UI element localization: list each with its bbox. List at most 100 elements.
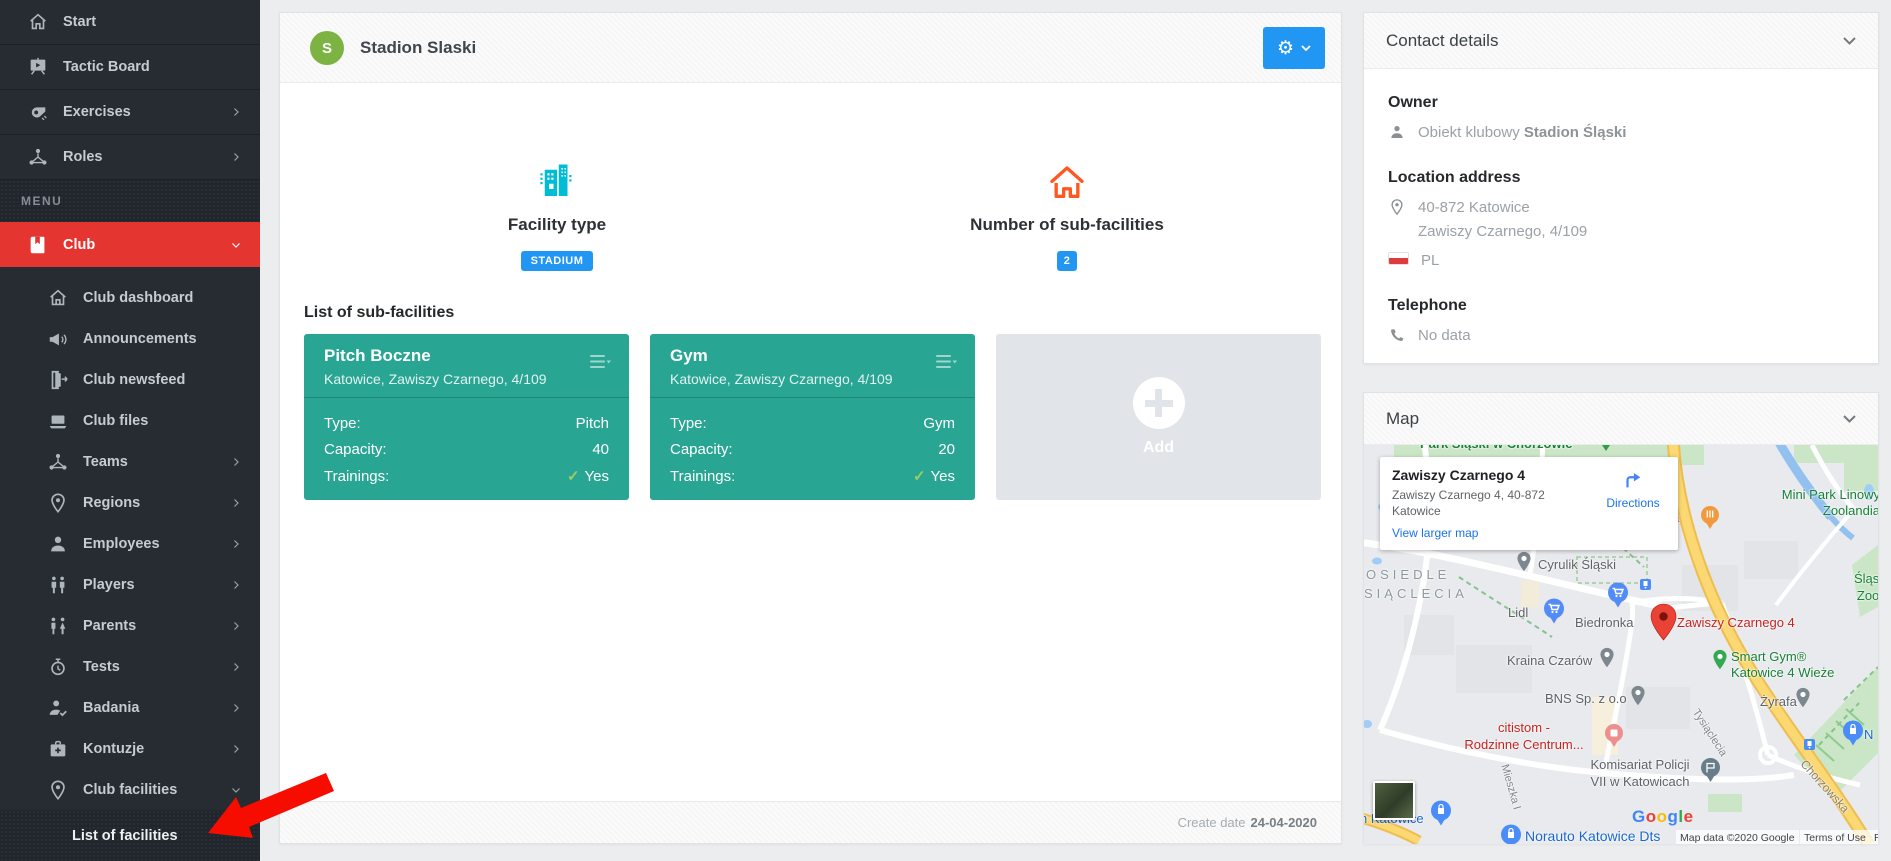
- sidebar-item-label: Tactic Board: [63, 59, 150, 75]
- house-icon: [917, 159, 1217, 203]
- chevron-right-icon: [230, 743, 242, 755]
- telephone-row: No data: [1388, 324, 1854, 347]
- sidebar-item-exercises[interactable]: Exercises: [0, 90, 260, 135]
- map-label-osiedle-1: OSIEDLE: [1366, 567, 1450, 582]
- contact-details-header[interactable]: Contact details: [1364, 13, 1878, 69]
- google-logo: Google: [1632, 807, 1694, 827]
- subfacility-count-badge: 2: [1057, 251, 1078, 271]
- subfacility-card-header: Gym Katowice, Zawiszy Czarnego, 4/109: [650, 334, 975, 398]
- main-location-marker-icon[interactable]: [1650, 603, 1677, 641]
- terms-of-use-link[interactable]: Terms of Use: [1800, 830, 1870, 844]
- sidebar-item-start[interactable]: Start: [0, 0, 260, 45]
- sidebar: Start Tactic Board Exercises Roles MENU …: [0, 0, 260, 861]
- sidebar-item-club-facilities[interactable]: Club facilities: [0, 769, 260, 810]
- megaphone-icon: [47, 328, 69, 350]
- sidebar-item-club-files[interactable]: Club files: [0, 400, 260, 441]
- sidebar-item-employees[interactable]: Employees: [0, 523, 260, 564]
- capacity-label: Capacity:: [324, 437, 387, 463]
- gym-pin-icon[interactable]: [1712, 649, 1728, 670]
- view-larger-map-link[interactable]: View larger map: [1392, 526, 1478, 540]
- sidebar-item-label: Club files: [83, 413, 148, 429]
- sidebar-item-badania[interactable]: Badania: [0, 687, 260, 728]
- subfacilities-section-title: List of sub-facilities: [304, 304, 454, 322]
- sidebar-item-players[interactable]: Players: [0, 564, 260, 605]
- owner-value: Obiekt klubowy Stadion Śląski: [1418, 121, 1626, 144]
- map-label-komisariat: Komisariat PolicjiVII w Katowicach: [1580, 757, 1700, 791]
- poi-pin-icon[interactable]: [1795, 687, 1811, 708]
- subfacility-count-stat: Number of sub-facilities 2: [917, 159, 1217, 271]
- biedronka-store-pin-icon[interactable]: [1607, 581, 1629, 608]
- subfacility-card-gym[interactable]: Gym Katowice, Zawiszy Czarnego, 4/109 Ty…: [650, 334, 975, 500]
- map-label-norauto: Norauto Katowice Dts: [1525, 828, 1660, 844]
- sidebar-item-club-newsfeed[interactable]: Club newsfeed: [0, 359, 260, 400]
- map-label-mini-park: Mini Park LinowyZoolandia: [1734, 487, 1878, 520]
- sidebar-item-roles[interactable]: Roles: [0, 135, 260, 180]
- person-icon: [1388, 123, 1406, 141]
- sidebar-item-regions[interactable]: Regions: [0, 482, 260, 523]
- map-data-attribution: Map data ©2020 Google: [1676, 830, 1799, 844]
- subfacility-menu-button[interactable]: [936, 355, 957, 369]
- sidebar-item-tests[interactable]: Tests: [0, 646, 260, 687]
- facility-type-badge: STADIUM: [521, 251, 594, 271]
- store-pin-icon[interactable]: [1500, 823, 1522, 844]
- add-subfacility-button[interactable]: Add: [996, 334, 1321, 500]
- trainings-label: Trainings:: [670, 464, 735, 490]
- medical-bag-icon: [47, 738, 69, 760]
- poland-flag-icon: [1388, 252, 1409, 265]
- chevron-right-icon: [230, 106, 242, 118]
- store-pin-icon[interactable]: [1842, 719, 1864, 746]
- directions-button[interactable]: Directions: [1598, 469, 1668, 510]
- sidebar-item-label: Badania: [83, 700, 139, 716]
- sidebar-item-label: Players: [83, 577, 135, 593]
- map-header[interactable]: Map: [1364, 393, 1878, 445]
- facility-settings-button[interactable]: ⚙: [1263, 27, 1325, 69]
- telephone-label: Telephone: [1388, 297, 1854, 315]
- map-label-citistom: citistom -Rodzinne Centrum...: [1448, 720, 1600, 754]
- sidebar-top-group: Start Tactic Board Exercises Roles: [0, 0, 260, 180]
- country-row: PL: [1388, 249, 1854, 272]
- citistom-pin-icon[interactable]: [1604, 723, 1624, 748]
- map-info-window: Zawiszy Czarnego 4 Zawiszy Czarnego 4, 4…: [1380, 457, 1678, 550]
- sidebar-item-teams[interactable]: Teams: [0, 441, 260, 482]
- poi-pin-icon[interactable]: [1516, 551, 1532, 572]
- report-link-cut[interactable]: R: [1870, 830, 1878, 844]
- sidebar-item-parents[interactable]: Parents: [0, 605, 260, 646]
- owner-row: Obiekt klubowy Stadion Śląski: [1388, 121, 1854, 144]
- type-value: Gym: [923, 411, 955, 437]
- store-pin-icon[interactable]: [1430, 799, 1452, 826]
- lidl-store-pin-icon[interactable]: [1543, 597, 1565, 624]
- subfacility-address: Katowice, Zawiszy Czarnego, 4/109: [324, 371, 609, 387]
- transit-station-icon[interactable]: [1640, 579, 1652, 593]
- laptop-icon: [47, 410, 69, 432]
- map-label-slas-zoo: ŚląsZoo: [1854, 571, 1878, 605]
- country-code: PL: [1421, 249, 1439, 272]
- sidebar-item-club-dashboard[interactable]: Club dashboard: [0, 277, 260, 318]
- subfacility-card-header: Pitch Boczne Katowice, Zawiszy Czarnego,…: [304, 334, 629, 398]
- check-icon: ✓: [567, 468, 580, 485]
- sidebar-item-kontuzje[interactable]: Kontuzje: [0, 728, 260, 769]
- subfacility-card-body: Type:Gym Capacity:20 Trainings:✓Yes: [650, 398, 975, 490]
- home-icon: [27, 11, 49, 33]
- subfacility-card-body: Type:Pitch Capacity:40 Trainings:✓Yes: [304, 398, 629, 490]
- map-canvas[interactable]: Park Śląski w Chorzowie Mini Park Linowy…: [1364, 445, 1878, 844]
- sidebar-item-tactic-board[interactable]: Tactic Board: [0, 45, 260, 90]
- directions-icon: [1621, 469, 1645, 491]
- poi-pin-icon[interactable]: [1630, 685, 1646, 706]
- capacity-label: Capacity:: [670, 437, 733, 463]
- map-label-park-slaski: Park Śląski w Chorzowie: [1420, 445, 1572, 451]
- chevron-down-icon: [230, 784, 242, 796]
- sidebar-item-club[interactable]: Club: [0, 222, 260, 267]
- satellite-view-toggle[interactable]: [1373, 781, 1415, 820]
- restaurant-pin-icon[interactable]: [1700, 505, 1720, 530]
- sidebar-club-submenu: Club dashboard Announcements Club newsfe…: [0, 267, 260, 810]
- stopwatch-icon: [47, 656, 69, 678]
- sidebar-item-list-of-facilities[interactable]: List of facilities: [0, 810, 260, 861]
- subfacility-card-pitch-boczne[interactable]: Pitch Boczne Katowice, Zawiszy Czarnego,…: [304, 334, 629, 500]
- subfacility-menu-button[interactable]: [590, 355, 611, 369]
- person-check-icon: [47, 697, 69, 719]
- sidebar-item-announcements[interactable]: Announcements: [0, 318, 260, 359]
- transit-station-icon[interactable]: [1804, 739, 1816, 753]
- sidebar-item-label: Roles: [63, 149, 103, 165]
- poi-pin-icon[interactable]: [1599, 647, 1615, 668]
- police-pin-icon[interactable]: [1700, 757, 1721, 783]
